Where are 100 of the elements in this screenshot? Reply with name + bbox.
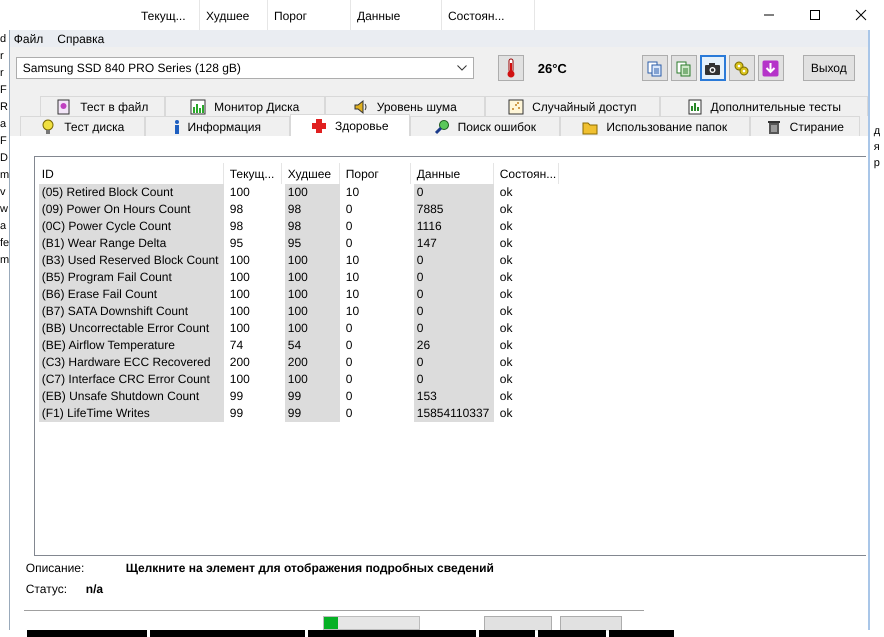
table-cell-text: 10 xyxy=(344,252,360,269)
document-icon xyxy=(56,98,72,114)
menu-item[interactable]: Справка xyxy=(57,32,104,46)
background-text: m xyxy=(0,253,9,268)
button[interactable] xyxy=(560,616,622,631)
background-text: я xyxy=(874,141,881,153)
table-cell: 100 xyxy=(284,286,340,303)
chart-icon xyxy=(686,98,703,114)
table-cell: (05) Retired Block Count xyxy=(38,184,224,201)
table-cell-text: 0 xyxy=(344,405,354,422)
table-cell-text: 10 xyxy=(344,286,360,303)
tab[interactable]: Монитор Диска xyxy=(164,96,325,116)
table-cell-text: 100 xyxy=(228,269,251,286)
trash-icon xyxy=(766,118,782,134)
table-cell: 7885 xyxy=(414,201,494,218)
table-cell-text: ok xyxy=(498,269,514,286)
table-cell-text: 74 xyxy=(228,337,244,354)
tab[interactable]: Информация xyxy=(144,116,290,136)
tab[interactable]: Использование папок xyxy=(560,116,750,136)
exit-button[interactable]: Выход xyxy=(802,55,855,81)
menu-item[interactable]: Файл xyxy=(14,32,44,46)
table-cell: 0 xyxy=(414,286,494,303)
table-cell: 200 xyxy=(284,354,340,371)
table-cell: (EB) Unsafe Shutdown Count xyxy=(38,388,224,405)
table-cell: (B7) SATA Downshift Count xyxy=(38,303,224,320)
background-text: a xyxy=(0,117,6,132)
button[interactable] xyxy=(484,616,552,631)
toolbar-button[interactable] xyxy=(670,55,697,81)
table-cell: (C7) Interface CRC Error Count xyxy=(38,371,224,388)
thermometer-button[interactable] xyxy=(498,55,524,81)
table-cell-text: 0 xyxy=(344,218,354,235)
chart-icon xyxy=(190,98,206,114)
table-cell-text: 100 xyxy=(228,286,251,303)
status-text: n/a xyxy=(86,582,104,598)
background-text: F xyxy=(0,83,7,98)
tab[interactable]: Тест диска xyxy=(20,116,145,136)
table-cell: 99 xyxy=(284,388,340,405)
toolbar-button[interactable] xyxy=(758,55,784,81)
table-cell-text: ok xyxy=(498,218,514,235)
scatter-icon xyxy=(508,98,524,114)
tab[interactable]: Здоровье xyxy=(290,114,410,136)
background-text: w xyxy=(0,202,8,217)
background-text: m xyxy=(0,168,9,183)
background-text: д xyxy=(874,125,882,137)
table-cell: (B6) Erase Fail Count xyxy=(38,286,224,303)
speaker-icon xyxy=(352,98,369,114)
device-dropdown[interactable]: Samsung SSD 840 PRO Series (128 gB) xyxy=(16,57,474,79)
table-cell: (09) Power On Hours Count xyxy=(38,201,224,218)
table-cell: 0 xyxy=(414,269,494,286)
background-text: v xyxy=(0,185,6,200)
tab[interactable]: Стирание xyxy=(750,116,860,136)
table-cell: 26 xyxy=(414,337,494,354)
tab[interactable]: Уровень шума xyxy=(324,96,485,116)
bulb-icon xyxy=(40,118,56,134)
toolbar-button[interactable] xyxy=(700,55,726,81)
background-text: fe xyxy=(0,236,9,251)
table-cell-text: 99 xyxy=(228,405,244,422)
table-cell-text: 0 xyxy=(344,320,354,337)
table-cell: 147 xyxy=(414,235,494,252)
column-header[interactable]: Текущ... xyxy=(226,163,282,184)
background-text: F xyxy=(0,134,7,149)
tab[interactable]: Случайный доступ xyxy=(484,96,660,116)
table-cell: (B1) Wear Range Delta xyxy=(38,235,224,252)
table-cell: 0 xyxy=(414,303,494,320)
table-cell: 153 xyxy=(414,388,494,405)
table-cell: 98 xyxy=(284,201,340,218)
description-label: Описание: xyxy=(26,561,86,577)
info-icon xyxy=(174,118,180,134)
magnifier-icon xyxy=(434,118,450,134)
table-cell: 100 xyxy=(284,303,340,320)
table-cell: (BB) Uncorrectable Error Count xyxy=(38,320,224,337)
background-text: р xyxy=(874,157,881,169)
table-cell-text: 100 xyxy=(228,303,251,320)
background-text: r xyxy=(0,49,4,64)
tab[interactable]: Поиск ошибок xyxy=(410,116,560,136)
table-cell-text: 0 xyxy=(344,201,354,218)
table-cell: (B3) Used Reserved Block Count xyxy=(38,252,224,269)
table-cell-text: 100 xyxy=(228,320,251,337)
cross-icon xyxy=(310,118,327,134)
table-cell-text: 0 xyxy=(344,388,354,405)
column-header[interactable]: Порог xyxy=(342,163,411,184)
dark-strip xyxy=(609,630,674,637)
table-cell-text: ok xyxy=(498,303,514,320)
column-header[interactable]: Состоян... xyxy=(496,163,559,184)
toolbar-button[interactable] xyxy=(642,55,668,81)
table-cell-text: ok xyxy=(498,337,514,354)
table-cell-text: 0 xyxy=(344,371,354,388)
table-cell: 0 xyxy=(414,320,494,337)
table-cell: 0 xyxy=(414,252,494,269)
table-cell: (0C) Power Cycle Count xyxy=(38,218,224,235)
table-cell: 1116 xyxy=(414,218,494,235)
table-cell: 99 xyxy=(284,405,340,422)
table-cell-text: 10 xyxy=(344,184,360,201)
table-cell-text: ok xyxy=(498,405,514,422)
tab[interactable]: Дополнительные тесты xyxy=(660,96,868,116)
table-cell-text: 10 xyxy=(344,303,360,320)
tab[interactable]: Тест в файл xyxy=(40,96,165,116)
table-cell-text: 0 xyxy=(344,235,354,252)
toolbar-button[interactable] xyxy=(728,55,755,81)
table-cell: (B5) Program Fail Count xyxy=(38,269,224,286)
